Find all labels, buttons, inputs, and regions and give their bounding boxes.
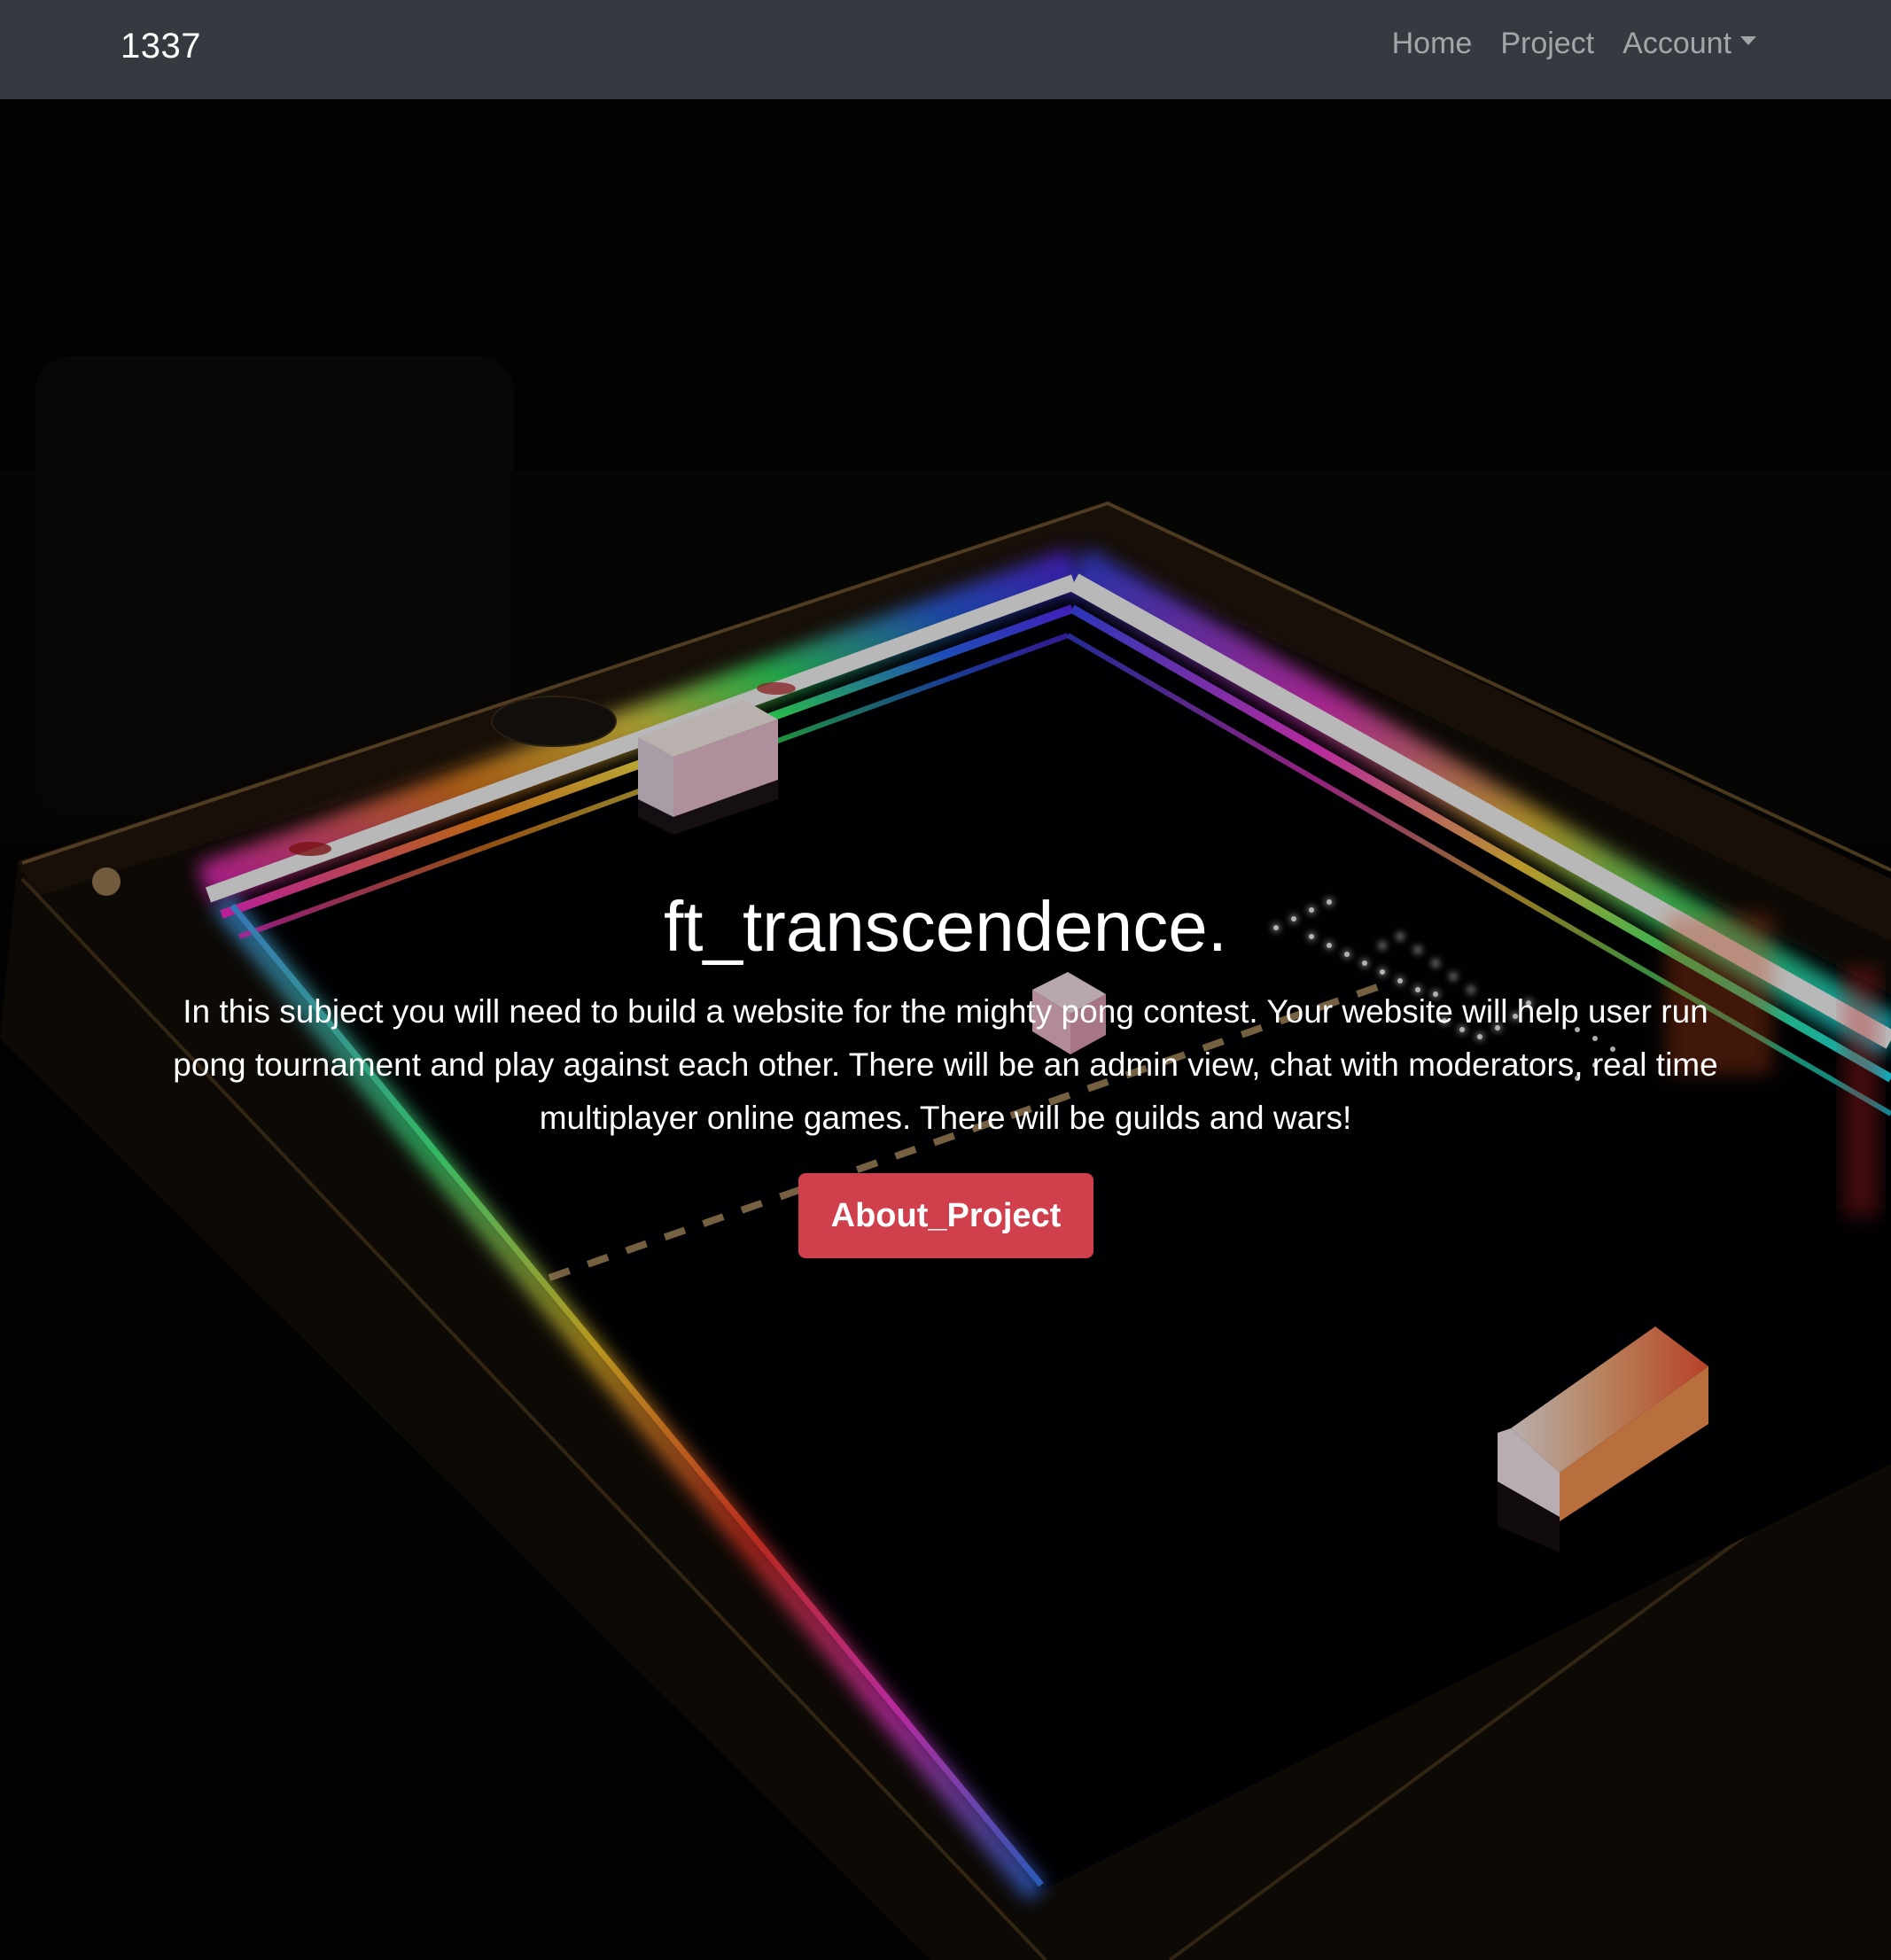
nav-dropdown-account[interactable]: Account [1623, 27, 1756, 61]
nav-link-home[interactable]: Home [1392, 27, 1473, 61]
hero-title: ft_transcendence. [664, 887, 1227, 966]
hero-description: In this subject you will need to build a… [173, 993, 1718, 1136]
nav-links: Home Project Account [1392, 27, 1756, 61]
nav-link-project[interactable]: Project [1500, 27, 1594, 61]
top-navbar: 1337 Home Project Account [0, 0, 1891, 99]
brand-logo[interactable]: 1337 [121, 27, 201, 66]
nav-dropdown-account-label: Account [1623, 27, 1731, 60]
caret-down-icon [1740, 35, 1756, 45]
about-project-button[interactable]: About_Project [798, 1173, 1093, 1258]
hero-section: ft_transcendence. In this subject you wi… [0, 99, 1891, 1960]
